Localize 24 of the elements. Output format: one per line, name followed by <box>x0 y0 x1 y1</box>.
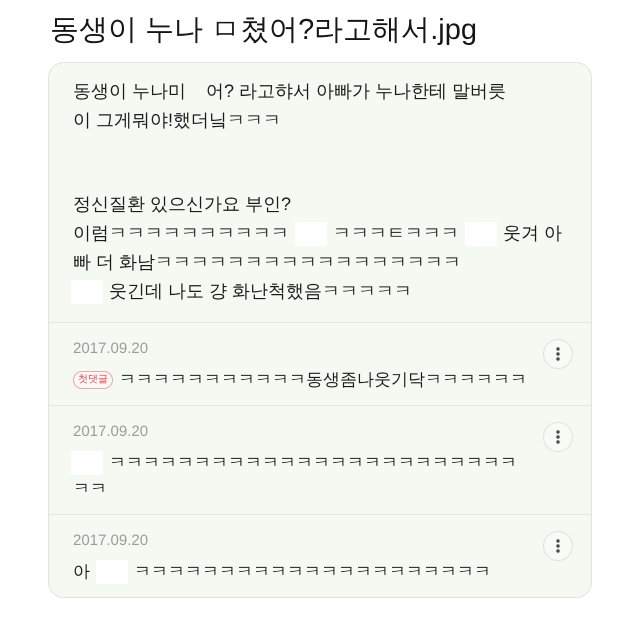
comment-text: ㅋㅋㅋㅋㅋㅋㅋㅋㅋㅋㅋㅋㅋㅋㅋㅋㅋㅋㅋㅋㅋㅋㅋㅋ <box>109 452 517 474</box>
comment-text: ㅋㅋㅋㅋㅋㅋㅋㅋㅋㅋㅋㅋㅋㅋㅋㅋㅋㅋㅋㅋㅋ <box>134 561 491 583</box>
more-button[interactable] <box>543 531 573 561</box>
post-text: 웃긴데 나도 걍 화난척했음ㅋㅋㅋㅋㅋ <box>109 280 412 303</box>
more-icon <box>556 347 560 361</box>
more-button[interactable] <box>543 339 573 369</box>
comment-date: 2017.09.20 <box>73 531 150 551</box>
more-icon <box>556 539 560 553</box>
post-text: 동생이 누나미 어? 라고햐서 아빠가 누나한테 말버릇 <box>73 80 506 103</box>
post-title: 동생이 누나 ㅁ쳤어?라고해서.jpg <box>50 13 478 48</box>
more-icon <box>556 430 560 444</box>
post-text: 정신질환 있으신가요 부인? <box>73 193 292 216</box>
post-text: ㅋㅋㅋㅌㅋㅋㅋ <box>333 222 459 245</box>
post-text: 이럼ㅋㅋㅋㅋㅋㅋㅋㅋㅋㅋ <box>73 222 289 245</box>
comment-badge: 첫댓글 <box>73 371 113 389</box>
comment-date: 2017.09.20 <box>73 339 150 359</box>
post-text: 웃겨 아 <box>503 222 562 245</box>
post-text: 빠 더 화남ㅋㅋㅋㅋㅋㅋㅋㅋㅋㅋㅋㅋㅋㅋㅋㅋㅋ <box>73 251 462 274</box>
comment-date: 2017.09.20 <box>73 422 150 442</box>
comment-text: 아 <box>73 561 90 583</box>
more-button[interactable] <box>543 422 573 452</box>
comment-text: ㅋㅋ <box>73 478 107 500</box>
post-text: 이 그게뭐야!했더닠ㅋㅋㅋ <box>73 109 282 132</box>
comment-text: ㅋㅋㅋㅋㅋㅋㅋㅋㅋㅋㅋ동생좀나웃기닥ㅋㅋㅋㅋㅋㅋ <box>119 369 527 391</box>
